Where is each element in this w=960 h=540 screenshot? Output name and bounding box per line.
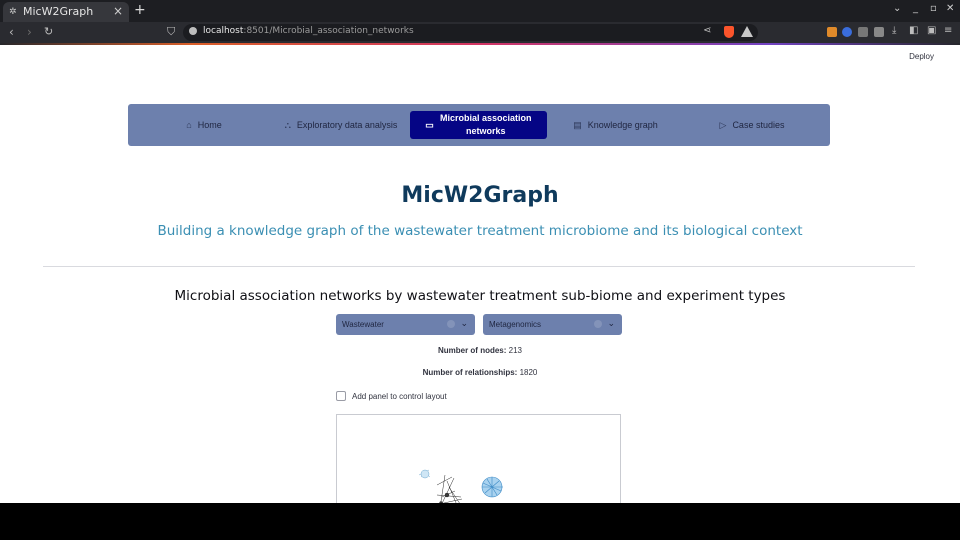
reload-icon[interactable]: ↻ (44, 25, 53, 38)
browser-toolbar: ‹ › ↻ ⛉ localhost:8501/Microbial_associa… (0, 22, 960, 43)
network-cluster-main (436, 474, 463, 503)
bookmark-icon[interactable]: ⛉ (167, 25, 175, 39)
chevron-down-icon[interactable]: ⌄ (460, 318, 468, 329)
brave-rewards-icon[interactable] (741, 26, 753, 37)
section-title: Microbial association networks by wastew… (174, 288, 786, 304)
menu-item-label: Home (197, 120, 222, 130)
grammar-extension-icon[interactable] (842, 27, 852, 37)
page-title: MicW2Graph (401, 183, 559, 208)
address-bar[interactable]: localhost:8501/Microbial_association_net… (183, 24, 758, 41)
minimize-window-icon[interactable]: _ (913, 3, 918, 14)
experiment-select-value: Metagenomics (489, 320, 542, 329)
site-info-icon[interactable] (189, 27, 197, 35)
deploy-button[interactable]: Deploy (909, 52, 934, 61)
node-count-value: 213 (508, 346, 523, 355)
back-icon[interactable]: ‹ (9, 25, 14, 39)
browser-tab-strip: ✲ MicW2Graph × + ⌄ _ ▫ ✕ (0, 0, 960, 22)
experiment-select[interactable]: Metagenomics ⌄ (483, 314, 622, 335)
house-icon: ⌂ (186, 120, 192, 130)
brave-shields-icon[interactable] (724, 26, 734, 38)
menu-icon[interactable]: ≡ (944, 25, 952, 36)
relationship-count: Number of relationships: 1820 (0, 368, 960, 377)
chat-icon: ▤ (573, 119, 582, 130)
menu-item-knowledge-graph[interactable]: ▤ Knowledge graph (568, 111, 663, 139)
menu-item-microbial-association-networks[interactable]: ▭ Microbial association networks (410, 111, 547, 139)
app-favicon-icon: ✲ (9, 7, 17, 17)
forward-icon[interactable]: › (27, 25, 32, 39)
layout-panel-checkbox-label: Add panel to control layout (352, 391, 447, 401)
menu-item-case-studies[interactable]: ▷ Case studies (716, 111, 788, 139)
wallet-icon[interactable]: ▣ (927, 25, 936, 36)
node-count: Number of nodes: 213 (0, 346, 960, 355)
extension-icon[interactable] (858, 27, 868, 37)
close-window-icon[interactable]: ✕ (946, 3, 954, 14)
layout-panel-checkbox[interactable] (336, 391, 346, 401)
play-icon: ▷ (719, 119, 727, 130)
relationship-count-label: Number of relationships: (422, 368, 518, 377)
chevron-down-icon[interactable]: ⌄ (607, 318, 615, 329)
streamlit-page: Deploy ⌂ Home ⛬ Exploratory data analysi… (0, 45, 960, 503)
layout-panel-checkbox-row[interactable]: Add panel to control layout (336, 390, 447, 402)
node-count-label: Number of nodes: (437, 346, 507, 355)
new-tab-icon[interactable]: + (134, 2, 146, 18)
address-text[interactable]: localhost:8501/Microbial_association_net… (203, 26, 414, 36)
clear-icon[interactable] (594, 320, 602, 328)
extension-icon[interactable] (827, 27, 837, 37)
navigation-menu: ⌂ Home ⛬ Exploratory data analysis ▭ Mic… (128, 104, 830, 146)
menu-item-label: Microbial association networks (439, 113, 532, 136)
share-icon[interactable]: ⋖ (703, 25, 711, 36)
extensions-puzzle-icon[interactable] (874, 27, 884, 37)
monitor-icon: ▭ (425, 119, 434, 130)
close-tab-icon[interactable]: × (113, 4, 123, 18)
screen-bottom-bar (0, 503, 960, 540)
tab-list-chevron-icon[interactable]: ⌄ (893, 3, 901, 14)
clear-icon[interactable] (447, 320, 455, 328)
download-icon[interactable]: ⤓ (892, 25, 896, 36)
relationship-count-value: 1820 (519, 368, 538, 377)
network-cluster-small (418, 469, 431, 479)
menu-item-label: Knowledge graph (587, 120, 658, 130)
restore-window-icon[interactable]: ▫ (930, 3, 937, 14)
browser-tab[interactable]: ✲ MicW2Graph × (3, 2, 129, 22)
network-graph-canvas[interactable] (336, 414, 621, 503)
menu-item-exploratory-data-analysis[interactable]: ⛬ Exploratory data analysis (281, 111, 401, 139)
sidebar-icon[interactable]: ◧ (909, 25, 918, 36)
menu-item-home[interactable]: ⌂ Home (174, 111, 234, 139)
network-cluster-blue (481, 476, 503, 498)
divider (43, 266, 915, 267)
biome-select-value: Wastewater (342, 320, 384, 329)
browser-tab-title: MicW2Graph (23, 5, 94, 18)
page-subtitle: Building a knowledge graph of the wastew… (157, 223, 803, 239)
network-graph[interactable] (337, 415, 621, 503)
diagram-icon: ⛬ (284, 119, 291, 130)
biome-select[interactable]: Wastewater ⌄ (336, 314, 475, 335)
menu-item-label: Case studies (732, 120, 785, 130)
menu-item-label: Exploratory data analysis (296, 120, 398, 130)
